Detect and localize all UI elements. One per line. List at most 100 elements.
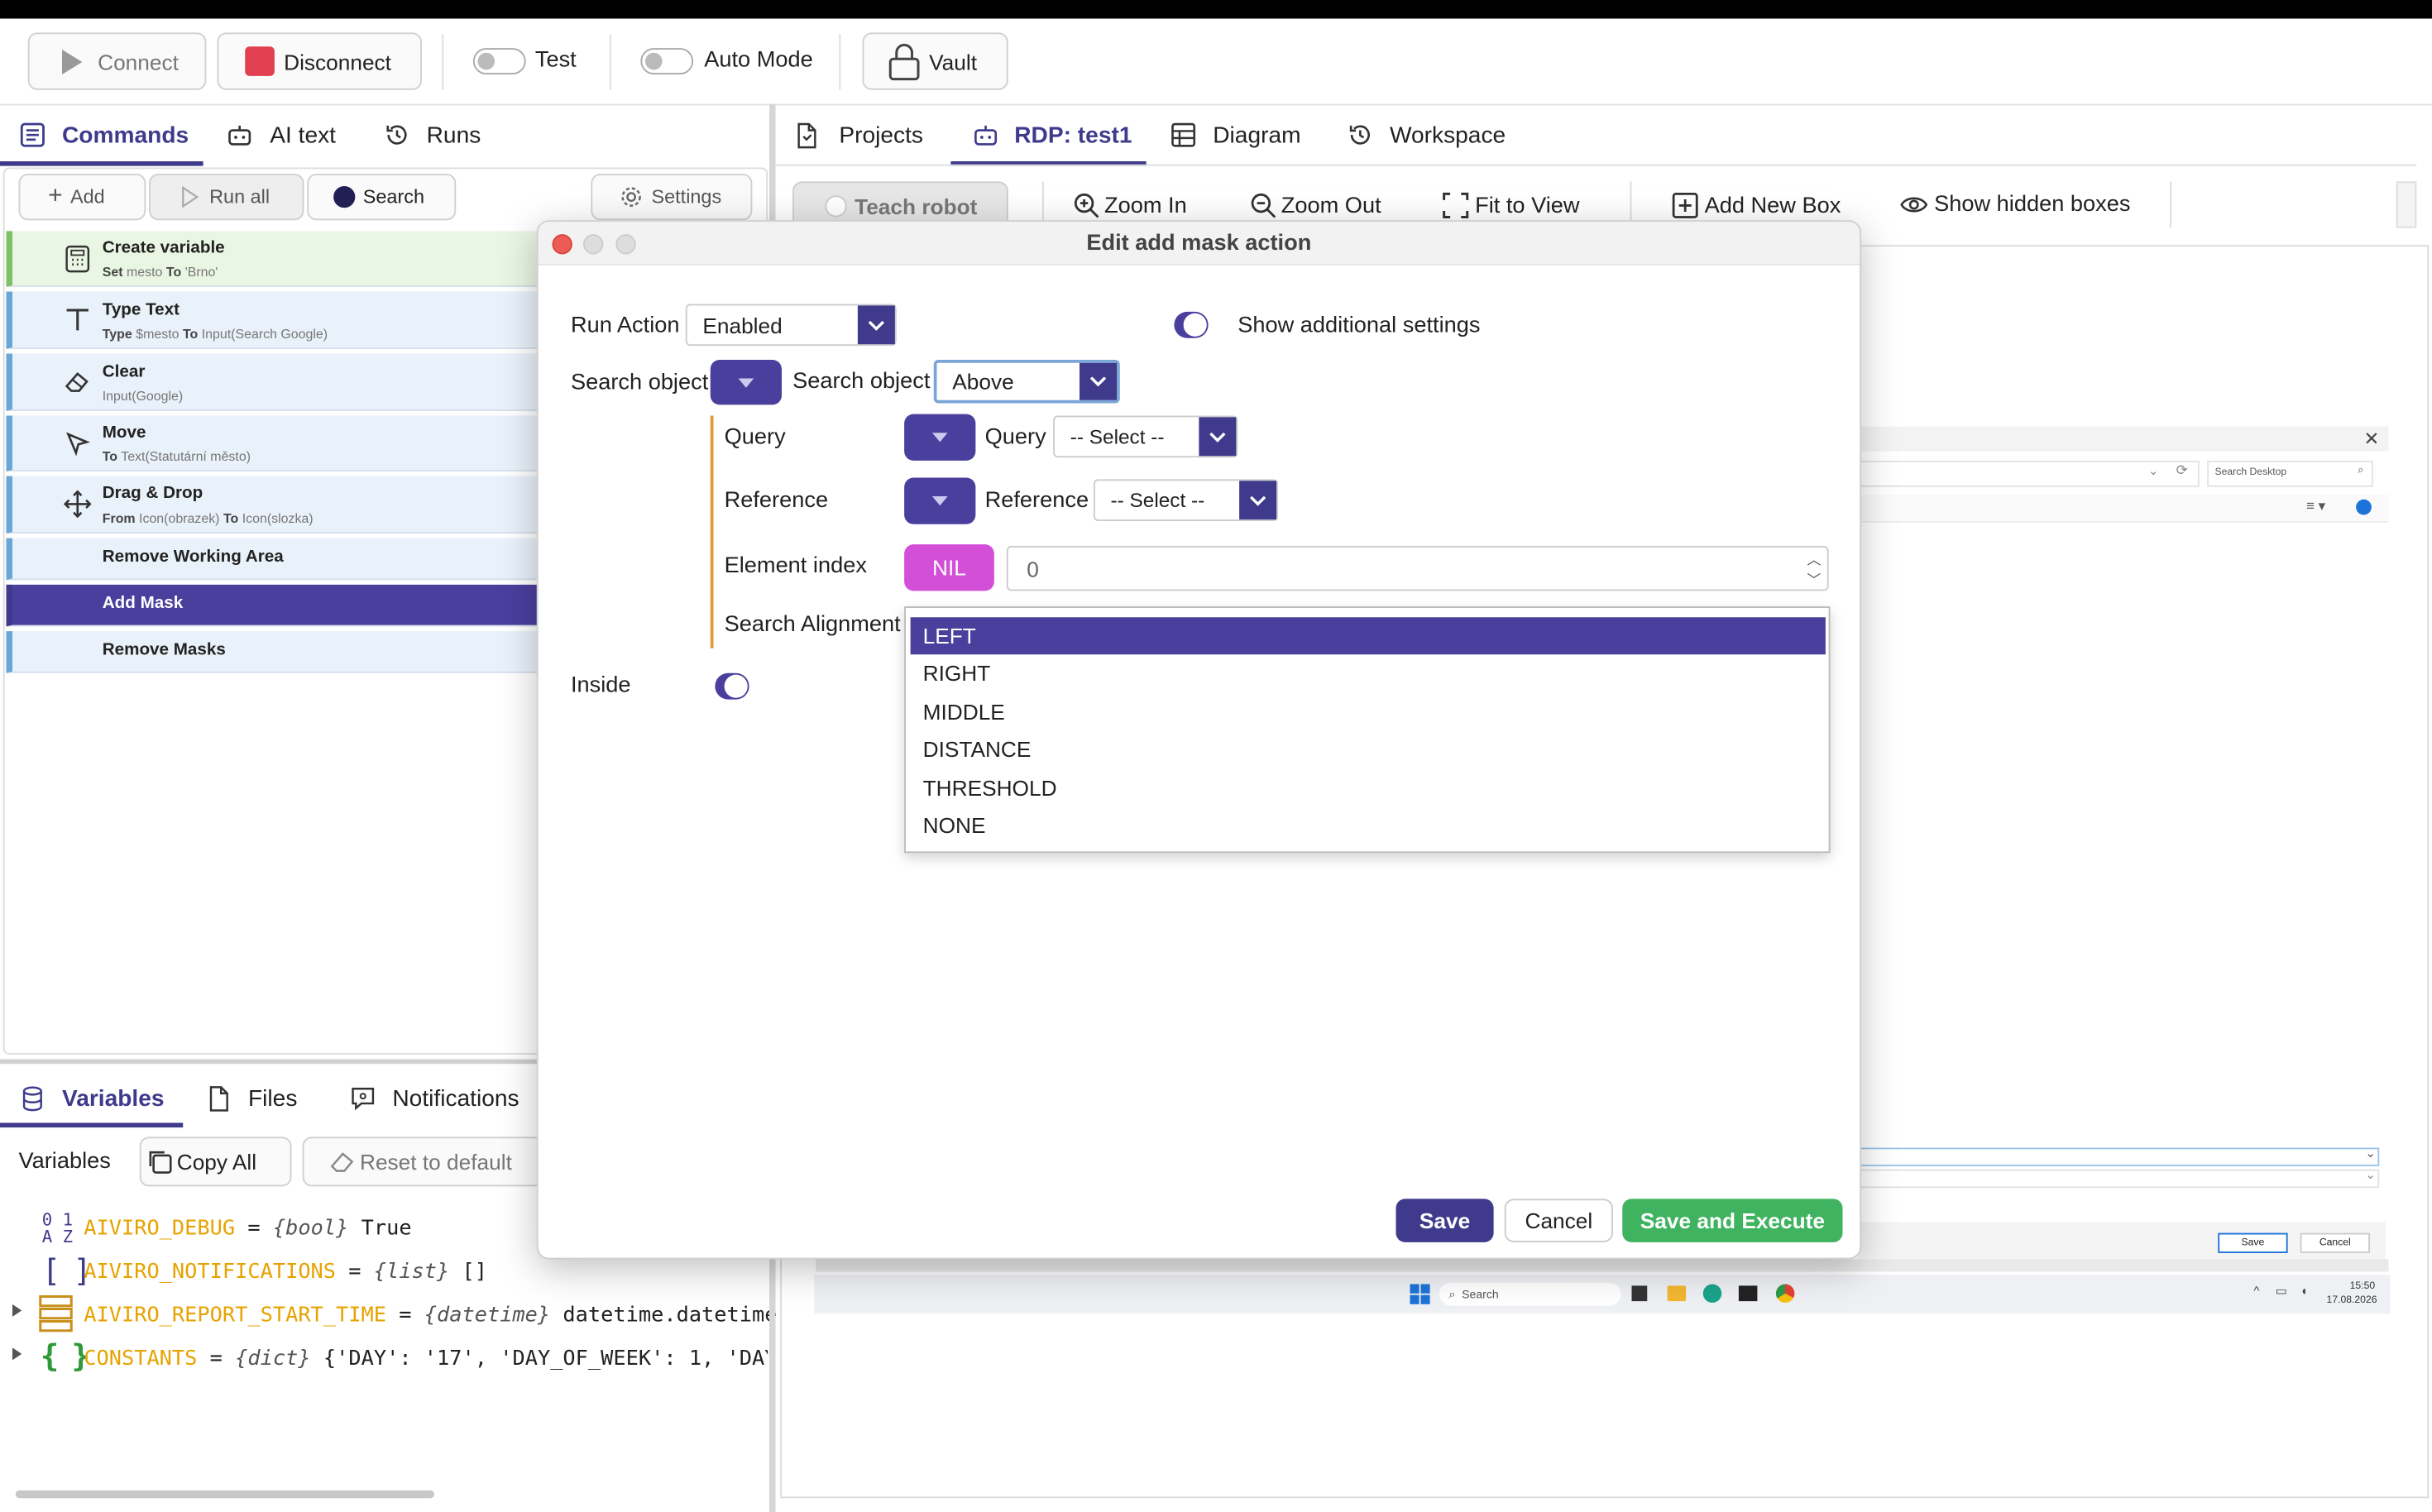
gear-icon [619,184,644,209]
show-additional-settings-label: Show additional settings [1238,313,1481,338]
command-title: Create variable [102,238,225,258]
view-icon: ≡ ▾ [2306,497,2326,514]
command-remove-working-area[interactable]: Remove Working Area [6,538,540,581]
element-index-input[interactable]: 0 ︿ ﹀ [1006,546,1829,591]
chevron-down-icon: ⌄ [2365,1167,2376,1182]
reference-type-button[interactable] [904,477,976,524]
run-all-button[interactable]: Run all [149,174,304,221]
search-object-select[interactable]: Above [933,360,1120,404]
stop-icon [245,46,275,76]
tab-notifications[interactable]: Notifications [351,1083,519,1114]
tab-files[interactable]: Files [208,1083,297,1114]
eye-icon [1900,194,1928,215]
command-remove-masks[interactable]: Remove Masks [6,631,540,673]
remote-search-text: Search Desktop [2214,467,2287,478]
command-subtitle: To Text(Statutární město) [102,447,251,464]
toolbar-overflow[interactable] [2396,181,2417,228]
reference-select[interactable]: -- Select -- [1093,479,1278,521]
chevron-down-icon [931,433,948,443]
tab-variables[interactable]: Variables [22,1083,165,1114]
search-object-type-button[interactable] [710,360,782,405]
toolbar-separator [0,103,2432,106]
query-type-button[interactable] [904,414,976,461]
command-add-mask[interactable]: Add Mask [6,584,540,627]
expand-arrow-icon[interactable] [12,1347,22,1361]
command-create-variable[interactable]: Create variable Set mesto To 'Brno' [6,231,540,287]
stepper-up-icon[interactable]: ︿ [1807,549,1821,569]
eraser-icon [64,369,92,394]
connect-button[interactable]: Connect [27,32,207,90]
alignment-option-left[interactable]: LEFT [910,617,1826,655]
edge-icon [1702,1284,1722,1303]
cancel-button[interactable]: Cancel [1504,1199,1613,1242]
type-dict-icon: { } [40,1337,90,1375]
reset-to-default-button[interactable]: Reset to default [302,1136,543,1187]
terminal-icon [1738,1285,1758,1302]
type-list-icon: [ ] [41,1251,92,1290]
zoom-in-button[interactable]: Zoom In [1074,193,1187,219]
command-subtitle: From Icon(obrazek) To Icon(slozka) [102,510,314,526]
chevron-down-icon [1080,362,1117,400]
query-select[interactable]: -- Select -- [1053,415,1238,458]
search-button[interactable]: Search [307,174,457,221]
tab-ai-text[interactable]: AI text [227,119,336,151]
alignment-option-distance[interactable]: DISTANCE [911,730,1826,768]
show-additional-toggle[interactable] [1174,311,1209,338]
variable-row[interactable]: AIVIRO_NOTIFICATIONS = {list} [] [84,1260,487,1285]
zoom-out-button[interactable]: Zoom Out [1250,193,1381,219]
disconnect-button[interactable]: Disconnect [217,32,422,90]
chevron-down-icon [738,377,754,387]
variable-row[interactable]: CONSTANTS = {dict} {'DAY': '17', 'DAY_OF… [84,1347,768,1371]
remote-input-box [1858,1147,2380,1166]
command-drag-drop[interactable]: Drag & Drop From Icon(obrazek) To Icon(s… [6,476,540,534]
tab-commands[interactable]: Commands [20,119,189,151]
tab-diagram[interactable]: Diagram [1171,119,1301,151]
save-and-execute-button[interactable]: Save and Execute [1622,1199,1843,1242]
copy-all-button[interactable]: Copy All [139,1136,292,1187]
top-bar [0,0,2432,19]
tab-projects[interactable]: Projects [796,119,923,151]
test-toggle[interactable] [472,48,526,74]
vault-button[interactable]: Vault [862,32,1008,90]
play-icon [179,186,200,208]
add-command-button[interactable]: + Add [18,174,146,221]
tab-rdp-test1[interactable]: RDP: test1 [973,119,1132,151]
command-type-text[interactable]: Type Text Type $mesto To Input(Search Go… [6,291,540,349]
clock-time: 15:50 [2349,1280,2376,1292]
nested-group-line [710,415,714,648]
add-new-box-button[interactable]: Add New Box [1672,192,1841,219]
auto-mode-toggle[interactable] [640,48,694,74]
taskbar-search: ⌕ Search [1439,1282,1621,1306]
alignment-option-threshold[interactable]: THRESHOLD [911,769,1826,806]
run-action-select[interactable]: Enabled [685,304,897,347]
toolbar-divider [609,34,611,90]
save-button[interactable]: Save [1396,1199,1494,1242]
canvas-toolbar-divider [2170,181,2171,228]
command-move[interactable]: Move To Text(Statutární město) [6,415,540,471]
fit-to-view-button[interactable]: Fit to View [1443,192,1580,219]
tab-runs[interactable]: Runs [385,119,481,151]
remote-search-box: Search Desktop ⌕ [2207,460,2373,487]
alignment-option-right[interactable]: RIGHT [911,654,1826,691]
test-label: Test [534,48,577,74]
horizontal-scrollbar[interactable] [15,1490,434,1499]
show-hidden-boxes-button[interactable]: Show hidden boxes [1900,193,2130,218]
chevron-down-icon: ⌄ [2365,1146,2376,1160]
robot-icon [973,122,999,147]
variable-row[interactable]: AIVIRO_DEBUG = {bool} True [84,1216,411,1241]
history-icon [1348,122,1372,147]
command-clear[interactable]: Clear Input(Google) [6,353,540,411]
tab-workspace[interactable]: Workspace [1348,119,1506,151]
nil-button[interactable]: NIL [904,544,994,591]
network-icon: ▭ [2275,1284,2287,1299]
expand-arrow-icon[interactable] [12,1304,22,1317]
alignment-option-none[interactable]: NONE [911,806,1826,844]
chevron-down-icon [857,305,895,345]
variables-label: Variables [18,1149,111,1175]
tabs-separator [775,164,2417,166]
variable-row[interactable]: AIVIRO_REPORT_START_TIME = {datetime} da… [84,1303,777,1328]
inside-toggle[interactable] [715,672,749,700]
stepper-down-icon[interactable]: ﹀ [1807,569,1821,589]
settings-button[interactable]: Settings [591,174,753,221]
alignment-option-middle[interactable]: MIDDLE [911,693,1826,730]
